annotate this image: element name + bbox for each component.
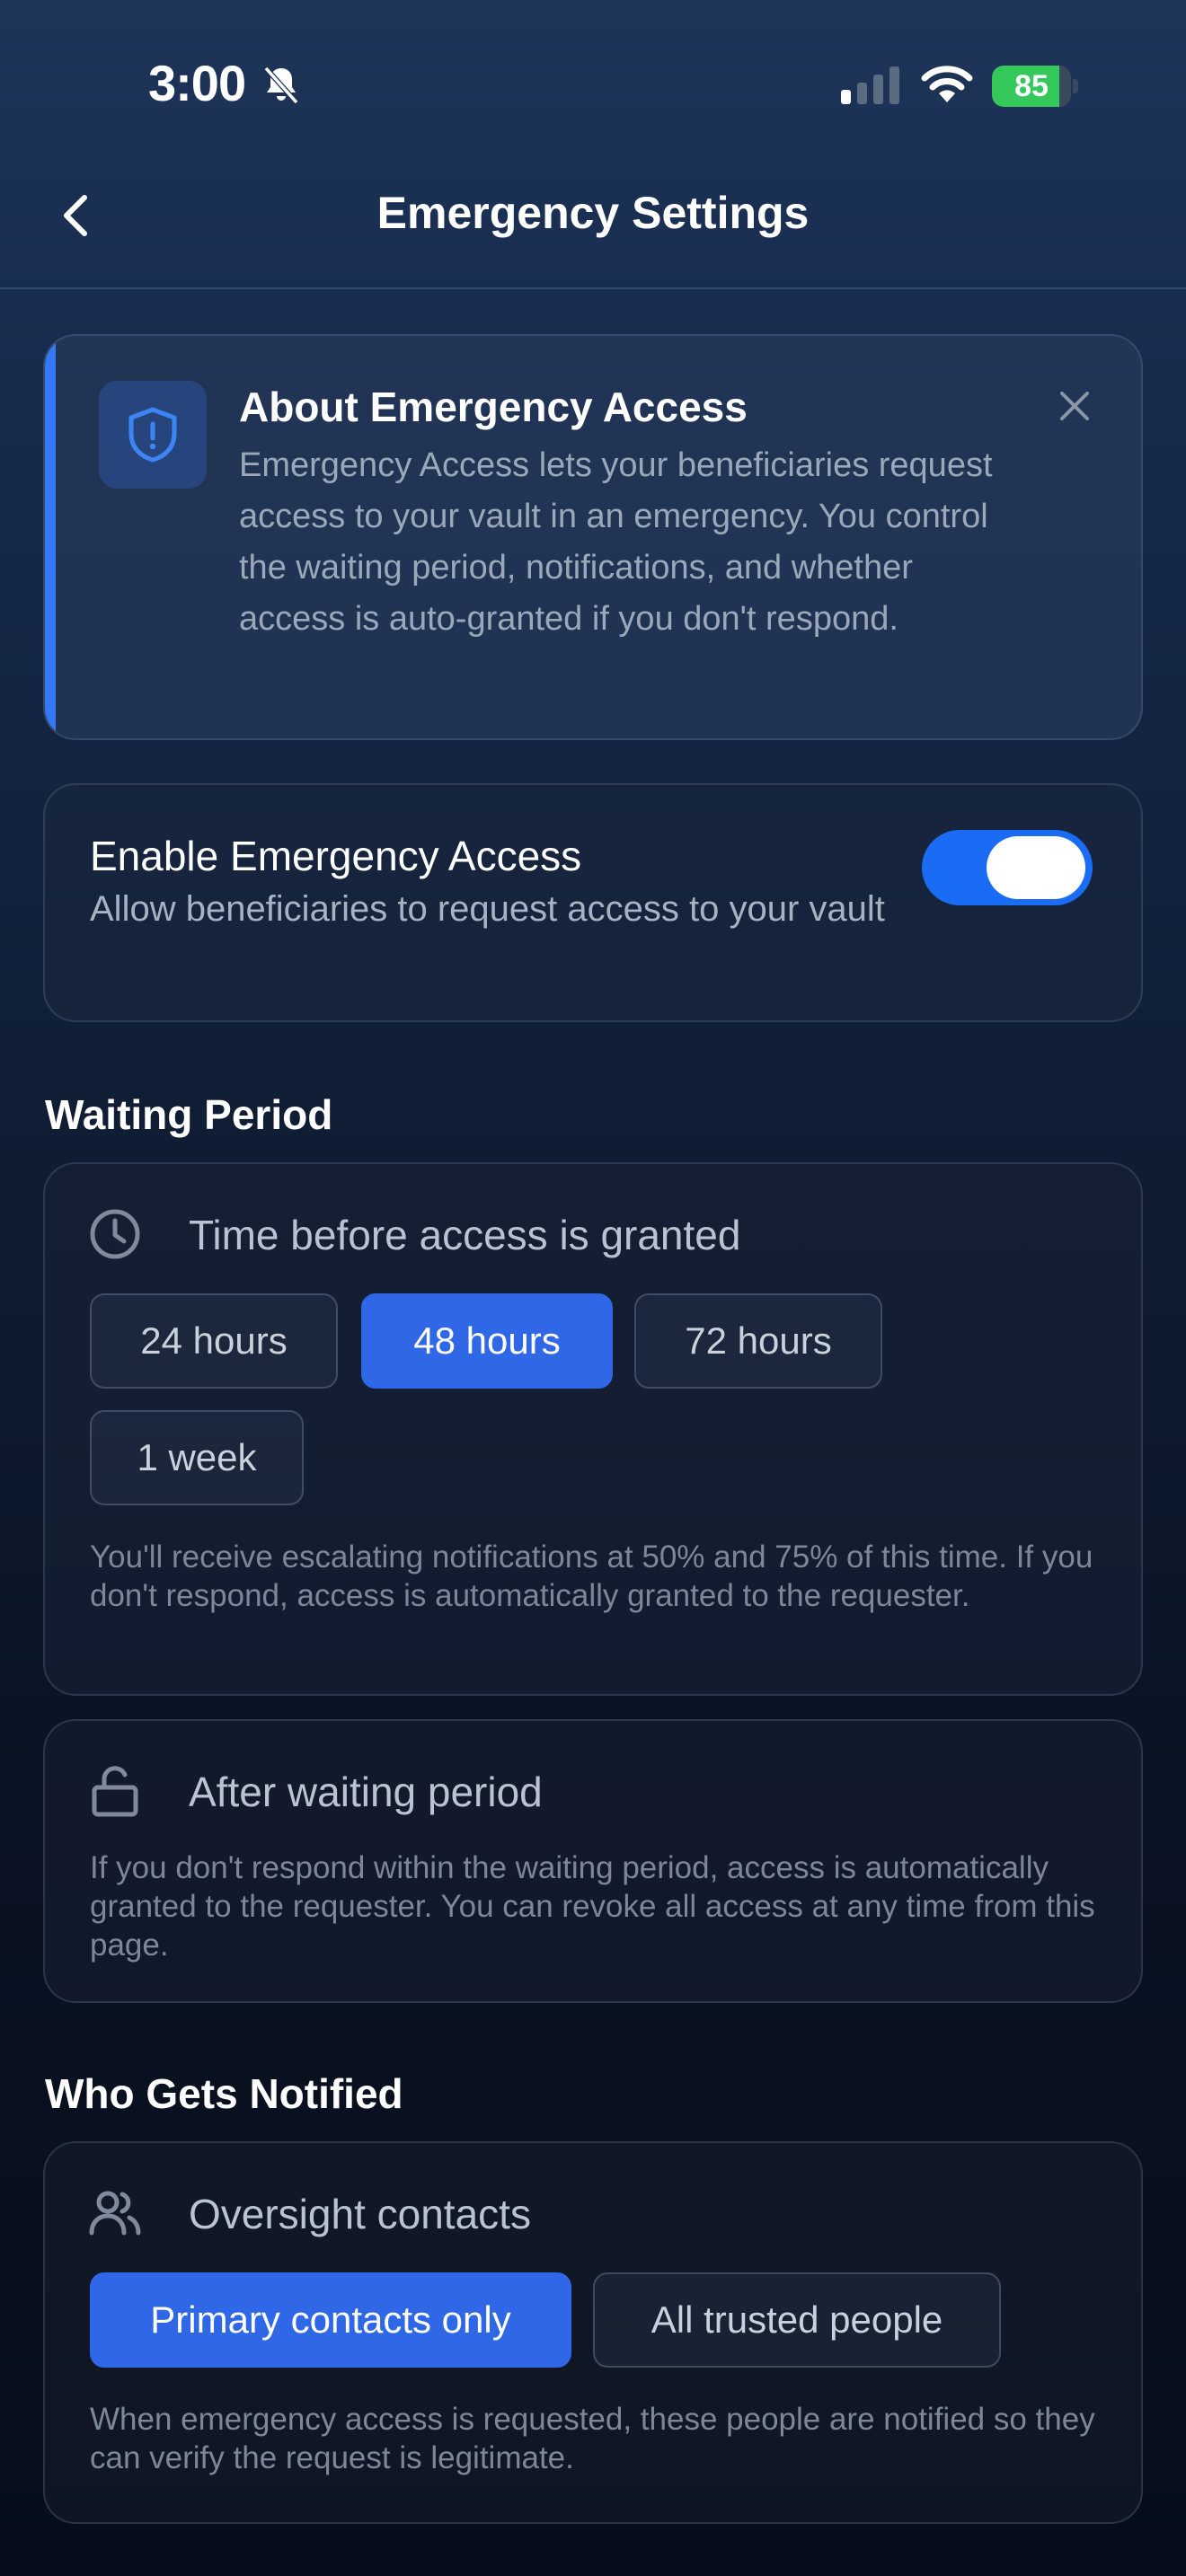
- waiting-period-heading: Waiting Period: [45, 1091, 333, 1138]
- bell-slash-icon: [263, 66, 299, 105]
- status-bar: 3:00 85: [0, 0, 1186, 171]
- option-1-week[interactable]: 1 week: [90, 1410, 304, 1505]
- unlock-icon: [92, 1766, 138, 1817]
- who-gets-notified-heading: Who Gets Notified: [45, 2070, 403, 2117]
- battery-indicator: 85: [992, 66, 1078, 107]
- wifi-icon: [921, 66, 973, 102]
- waiting-period-card: Time before access is granted 24 hours 4…: [43, 1162, 1143, 1696]
- navigation-bar: Emergency Settings: [0, 171, 1186, 289]
- enable-emergency-access-toggle[interactable]: [922, 830, 1093, 905]
- oversight-contacts-label: Oversight contacts: [189, 2191, 531, 2237]
- about-emergency-access-card: About Emergency Access Emergency Access …: [43, 334, 1143, 740]
- after-waiting-period-note: If you don't respond within the waiting …: [90, 1850, 1095, 1963]
- toggle-title: Enable Emergency Access: [90, 833, 582, 879]
- close-icon[interactable]: [1055, 386, 1094, 426]
- toggle-knob: [987, 836, 1085, 899]
- after-waiting-period-label: After waiting period: [189, 1769, 543, 1815]
- users-icon: [89, 2191, 141, 2236]
- battery-level: 85: [1014, 69, 1049, 103]
- who-gets-notified-card: Oversight contacts Primary contacts only…: [43, 2141, 1143, 2524]
- option-primary-contacts-only[interactable]: Primary contacts only: [90, 2272, 571, 2368]
- shield-alert-icon: [128, 407, 177, 463]
- toggle-description: Allow beneficiaries to request access to…: [90, 889, 885, 929]
- waiting-period-note: You'll receive escalating notifications …: [90, 1539, 1093, 1613]
- option-24-hours[interactable]: 24 hours: [90, 1293, 338, 1389]
- waiting-period-label: Time before access is granted: [189, 1212, 741, 1258]
- option-all-trusted-people[interactable]: All trusted people: [593, 2272, 1001, 2368]
- status-time: 3:00: [148, 55, 246, 111]
- info-icon-container: [99, 381, 207, 489]
- card-accent-bar: [45, 336, 56, 738]
- about-title: About Emergency Access: [239, 384, 748, 430]
- about-description: Emergency Access lets your beneficiaries…: [239, 446, 993, 638]
- after-waiting-period-card: After waiting period If you don't respon…: [43, 1719, 1143, 2003]
- page-title: Emergency Settings: [376, 188, 810, 238]
- enable-emergency-access-card: Enable Emergency Access Allow beneficiar…: [43, 783, 1143, 1022]
- option-72-hours[interactable]: 72 hours: [634, 1293, 882, 1389]
- option-48-hours[interactable]: 48 hours: [361, 1293, 613, 1389]
- cellular-signal-icon: [841, 66, 899, 104]
- clock-icon: [90, 1209, 140, 1259]
- oversight-contacts-note: When emergency access is requested, thes…: [90, 2402, 1095, 2475]
